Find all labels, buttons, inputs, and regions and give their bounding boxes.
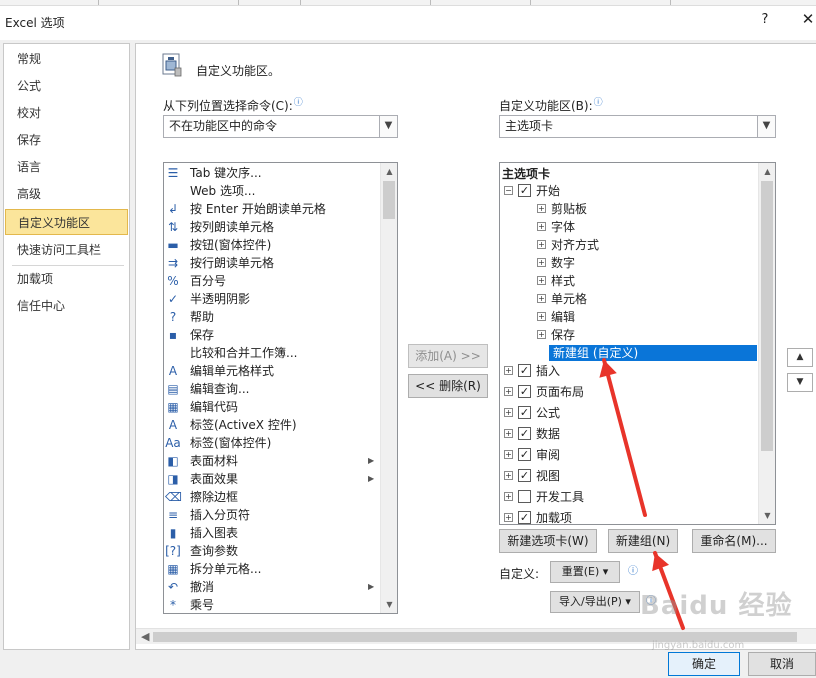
annotation-arrow-to-new-group-head [599,360,617,378]
baidu-watermark-url: jingyan.baidu.com [652,640,745,651]
baidu-watermark: Baidu 经验 [640,591,793,621]
annotation-arrows [599,358,685,630]
annotation-arrow-to-new-group-shaft [602,358,647,517]
